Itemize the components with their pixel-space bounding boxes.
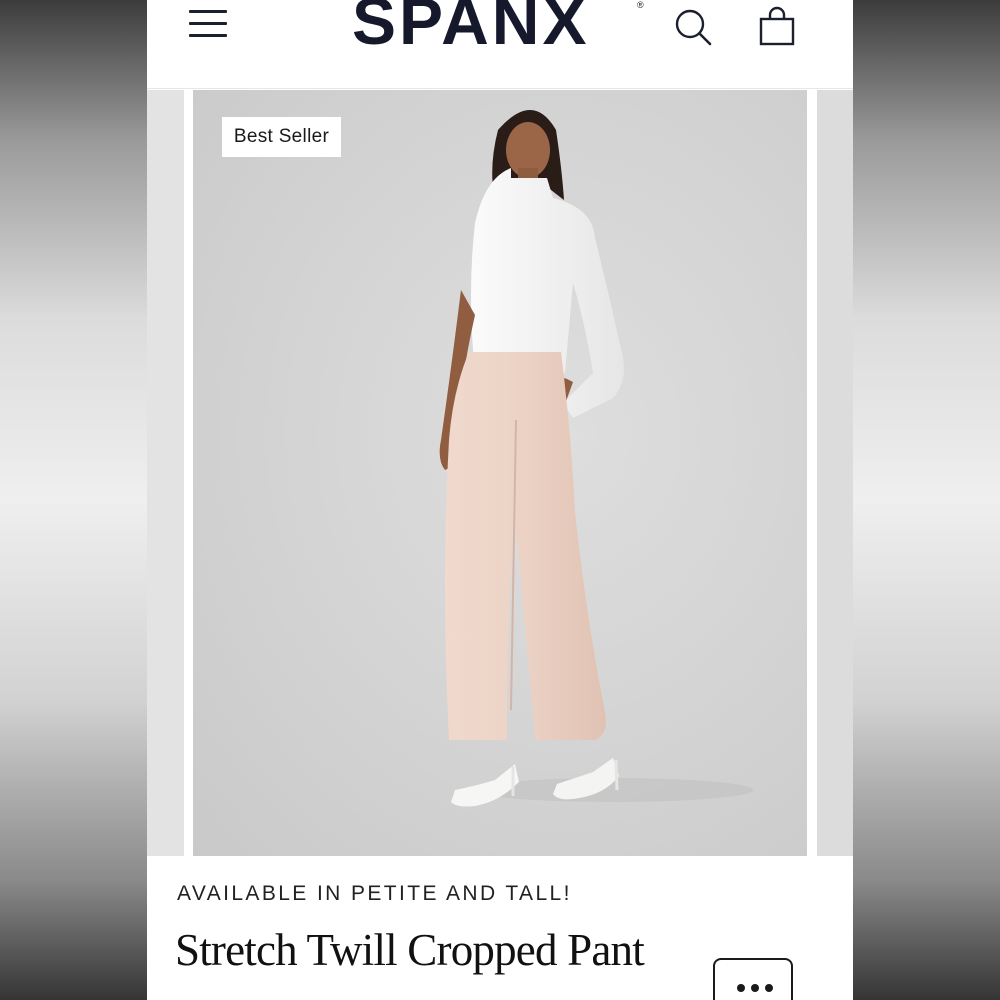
blurred-background-left: [0, 0, 147, 1000]
previous-slide-peek[interactable]: [147, 90, 184, 856]
model-illustration: [439, 110, 753, 807]
product-page: SPANX ® Best Seller AVAILABLE IN PETITE …: [147, 0, 853, 1000]
ellipsis-icon: [765, 984, 773, 992]
site-header: SPANX ®: [147, 0, 853, 89]
ellipsis-icon: [737, 984, 745, 992]
ellipsis-icon: [751, 984, 759, 992]
product-image-carousel[interactable]: Best Seller: [147, 90, 853, 856]
best-seller-badge: Best Seller: [222, 117, 341, 157]
hamburger-menu-icon[interactable]: [189, 8, 229, 40]
more-options-button[interactable]: [713, 958, 793, 1000]
next-slide-peek[interactable]: [817, 90, 853, 856]
product-title: Stretch Twill Cropped Pant: [175, 925, 645, 975]
product-image[interactable]: Best Seller: [193, 90, 807, 856]
blurred-background-right: [853, 0, 1000, 1000]
availability-note: AVAILABLE IN PETITE AND TALL!: [177, 882, 572, 905]
search-icon[interactable]: [672, 6, 716, 50]
shopping-bag-icon[interactable]: [755, 6, 799, 50]
brand-logo[interactable]: SPANX: [352, 0, 590, 56]
registered-mark: ®: [637, 0, 644, 10]
